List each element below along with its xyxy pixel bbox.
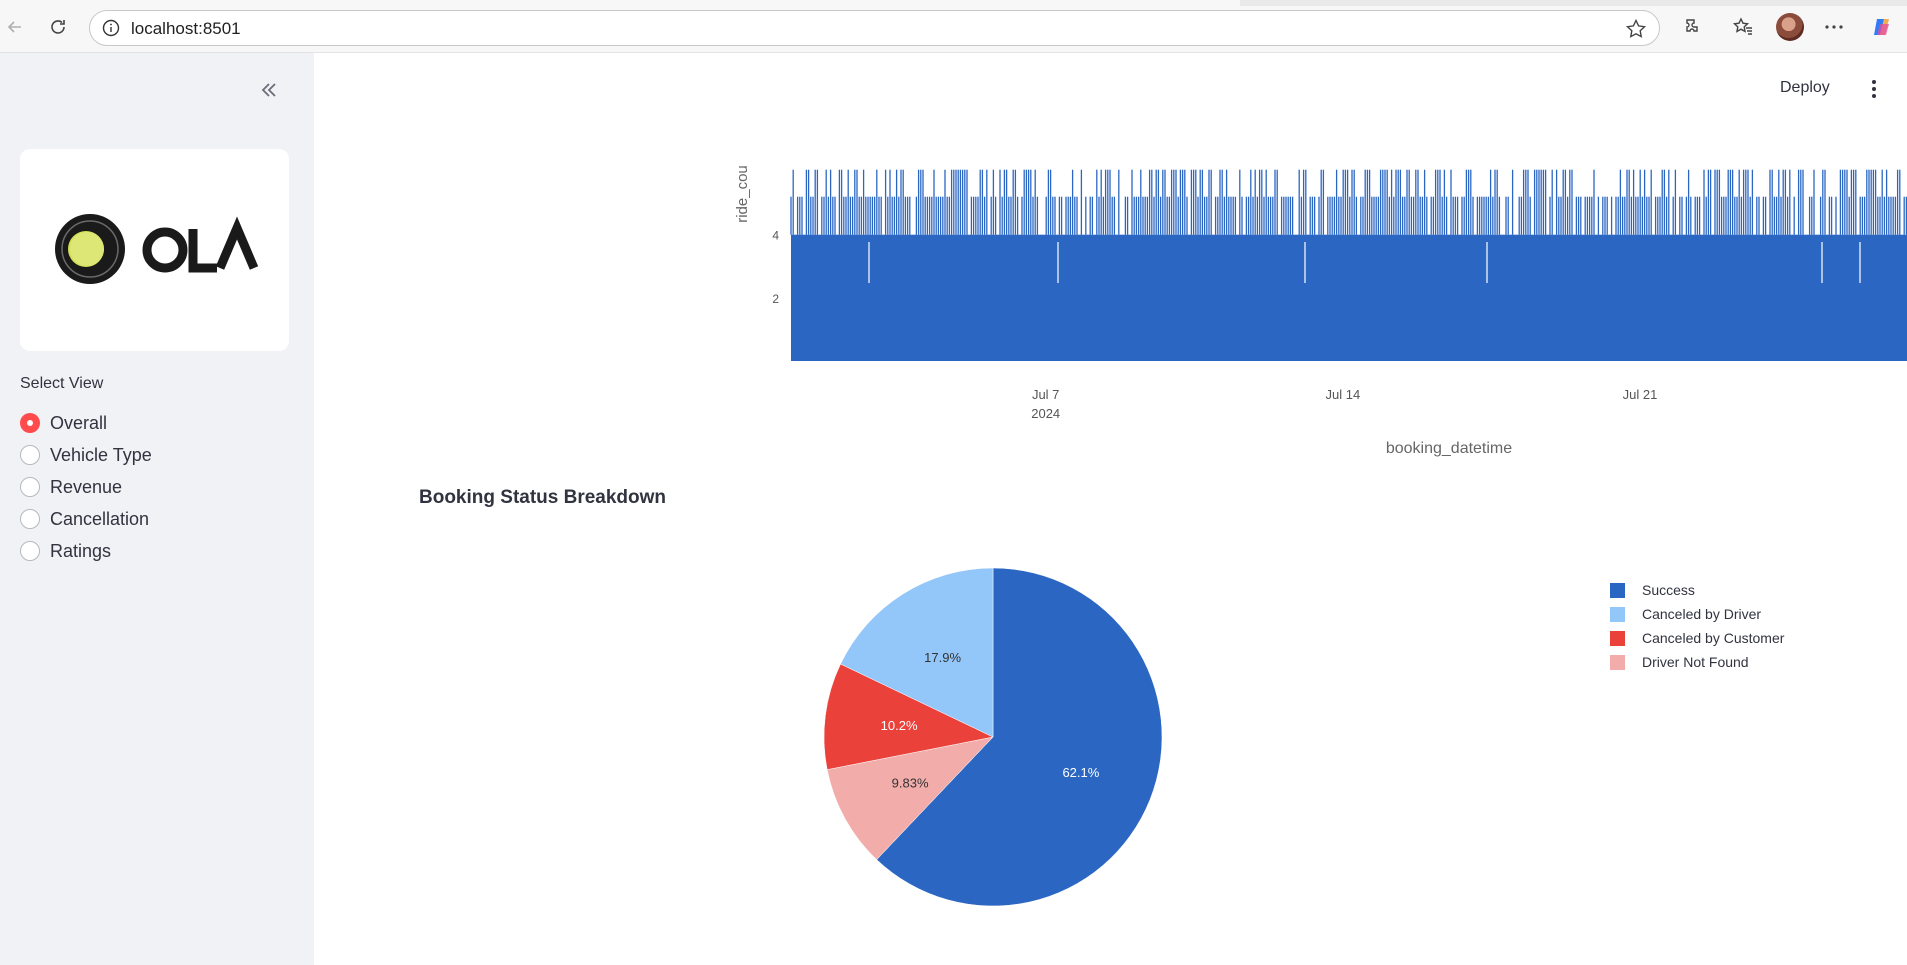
main-content: 24ride_couJul 72024Jul 14Jul 21Jul 28boo… <box>314 53 1907 965</box>
legend-label: Canceled by Customer <box>1642 630 1785 646</box>
radio-label[interactable]: Cancellation <box>50 509 149 530</box>
view-radio-group: Overall Vehicle Type Revenue Cancellatio… <box>20 407 152 567</box>
legend-item[interactable]: Canceled by Driver <box>1610 602 1784 626</box>
info-icon[interactable] <box>102 19 120 37</box>
sidebar: Select View Overall Vehicle Type Revenue… <box>0 53 314 965</box>
ola-logo-card <box>20 149 289 351</box>
select-view-label: Select View <box>20 375 104 392</box>
favorites-icon[interactable] <box>1729 13 1757 41</box>
legend-label: Success <box>1642 582 1695 598</box>
pie-slice-label: 17.9% <box>924 650 961 665</box>
x-tick-label: 2024 <box>1031 406 1060 421</box>
radio-selected-icon[interactable] <box>20 413 40 433</box>
charts-canvas: 24ride_couJul 72024Jul 14Jul 21Jul 28boo… <box>734 165 1907 907</box>
radio-label[interactable]: Revenue <box>50 477 122 498</box>
legend-label: Driver Not Found <box>1642 654 1749 670</box>
legend-item[interactable]: Success <box>1610 578 1784 602</box>
radio-unselected-icon[interactable] <box>20 541 40 561</box>
pie-slice-label: 9.83% <box>892 776 929 791</box>
radio-label[interactable]: Overall <box>50 413 107 434</box>
radio-option-overall[interactable]: Overall <box>20 407 152 439</box>
extensions-icon[interactable] <box>1679 13 1707 41</box>
pie-slice-label: 10.2% <box>881 718 918 733</box>
radio-option-cancellation[interactable]: Cancellation <box>20 503 152 535</box>
legend-swatch <box>1610 606 1625 622</box>
reload-icon[interactable] <box>43 12 73 42</box>
x-tick-label: Jul 14 <box>1326 387 1361 402</box>
url-text[interactable]: localhost:8501 <box>131 19 241 39</box>
ola-logo <box>55 214 259 284</box>
pie-legend: Success Canceled by Driver Canceled by Cus… <box>1610 578 1784 674</box>
address-bar[interactable]: localhost:8501 <box>89 10 1660 46</box>
radio-option-ratings[interactable]: Ratings <box>20 535 152 567</box>
legend-label: Canceled by Driver <box>1642 606 1762 622</box>
more-options-icon[interactable] <box>1820 13 1848 41</box>
radio-unselected-icon[interactable] <box>20 509 40 529</box>
pie-slice-label: 62.1% <box>1062 765 1099 780</box>
y-tick-label: 2 <box>772 292 779 306</box>
radio-option-vehicle-type[interactable]: Vehicle Type <box>20 439 152 471</box>
radio-unselected-icon[interactable] <box>20 477 40 497</box>
deploy-button[interactable]: Deploy <box>1780 79 1830 97</box>
pie-chart-title: Booking Status Breakdown <box>419 487 667 508</box>
x-axis-label: booking_datetime <box>1386 440 1512 457</box>
radio-label[interactable]: Vehicle Type <box>50 445 152 466</box>
x-tick-label: Jul 7 <box>1032 387 1059 402</box>
radio-unselected-icon[interactable] <box>20 445 40 465</box>
legend-item[interactable]: Canceled by Customer <box>1610 626 1784 650</box>
main-menu-icon[interactable] <box>1864 77 1884 101</box>
radio-label[interactable]: Ratings <box>50 541 111 562</box>
favorite-star-icon[interactable] <box>1625 18 1647 40</box>
radio-option-revenue[interactable]: Revenue <box>20 471 152 503</box>
x-tick-label: Jul 21 <box>1623 387 1658 402</box>
back-icon[interactable] <box>0 12 30 42</box>
legend-swatch <box>1610 582 1625 598</box>
profile-avatar[interactable] <box>1776 13 1804 41</box>
legend-swatch <box>1610 630 1625 646</box>
bar-series-base <box>791 234 1907 361</box>
y-axis-label: ride_cou <box>734 165 751 223</box>
legend-swatch <box>1610 654 1625 670</box>
active-tab[interactable] <box>0 0 1240 6</box>
browser-toolbar: localhost:8501 <box>0 0 1907 53</box>
y-tick-label: 4 <box>772 229 779 243</box>
legend-item[interactable]: Driver Not Found <box>1610 650 1784 674</box>
collapse-sidebar-icon[interactable] <box>256 77 282 103</box>
rides-over-time-chart[interactable]: 24ride_couJul 72024Jul 14Jul 21Jul 28boo… <box>734 165 1907 457</box>
booking-status-pie-chart[interactable]: 62.1% 9.83% 10.2% 17.9% <box>823 567 1163 907</box>
copilot-icon[interactable] <box>1868 13 1896 41</box>
